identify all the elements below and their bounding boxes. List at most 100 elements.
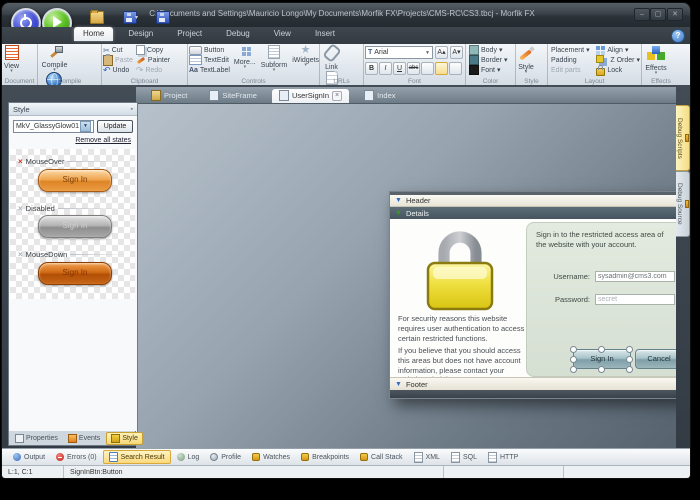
details-band[interactable]: ▼ Details <box>390 207 676 219</box>
selection-handle[interactable] <box>570 356 577 363</box>
selection-handle[interactable] <box>570 366 577 373</box>
effects-button[interactable]: Effects ▾ <box>643 45 669 75</box>
textlabel-control-button[interactable]: AaTextLabel <box>189 65 230 75</box>
align-center-button[interactable] <box>435 62 448 75</box>
collapse-arrow-icon[interactable]: ▼ <box>395 197 402 204</box>
bottom-tab-call-stack[interactable]: Call Stack <box>355 452 408 462</box>
selection-handle[interactable] <box>626 356 633 363</box>
help-icon[interactable]: ? <box>671 29 685 43</box>
bold-button[interactable]: B <box>365 62 378 75</box>
lock-button[interactable]: Lock <box>596 65 640 75</box>
selection-handle[interactable] <box>598 346 605 353</box>
italic-button[interactable]: I <box>379 62 392 75</box>
paste-button[interactable]: Paste <box>103 55 133 65</box>
font-color-button[interactable]: Font▾ <box>469 65 514 75</box>
collapse-arrow-icon[interactable]: ▼ <box>395 210 402 217</box>
button-control-button[interactable]: Button <box>189 45 230 55</box>
bottom-tab-output[interactable]: Output <box>8 452 50 462</box>
bottom-tab-search-result[interactable]: Search Result <box>103 450 171 464</box>
bottom-tab-log[interactable]: Log <box>172 452 205 462</box>
strikethrough-button[interactable]: abc <box>407 62 420 75</box>
ribbon-tab-design[interactable]: Design <box>119 27 162 41</box>
header-band[interactable]: ▼ Header <box>390 195 676 207</box>
panel-tab-properties[interactable]: Properties <box>11 433 62 444</box>
bottom-tab-http[interactable]: HTTP <box>483 451 523 464</box>
border-color-button[interactable]: Border▾ <box>469 55 514 65</box>
doc-tab-siteframe[interactable]: SiteFrame <box>202 89 264 103</box>
doc-tab-project[interactable]: Project <box>144 89 194 103</box>
ribbon-tab-debug[interactable]: Debug <box>217 27 259 41</box>
font-size-up-button[interactable]: A▴ <box>435 46 448 59</box>
cancel-button[interactable]: Cancel <box>635 349 676 369</box>
remove-state-icon[interactable]: × <box>18 158 23 166</box>
iwidgets-button[interactable]: ★ iWidgets ▾ <box>291 45 320 75</box>
view-button[interactable]: View ▾ <box>3 45 20 73</box>
maximize-button[interactable]: ▢ <box>650 8 666 21</box>
bottom-tab-xml[interactable]: XML <box>409 451 445 464</box>
style-button[interactable]: Style ▾ <box>517 45 535 74</box>
bottom-tab-profile[interactable]: Profile <box>205 452 246 462</box>
selection-handle[interactable] <box>626 346 633 353</box>
underline-button[interactable]: U <box>393 62 406 75</box>
doc-tab-index[interactable]: Index <box>357 89 402 103</box>
side-tab-debug-scripts[interactable]: Debug Scripts <box>676 105 690 171</box>
align-right-button[interactable] <box>449 62 462 75</box>
ribbon-tab-view[interactable]: View <box>265 27 300 41</box>
state-preview-mouseover[interactable]: Sign In <box>38 169 112 192</box>
pin-icon[interactable]: ▪ <box>131 106 133 113</box>
edit-parts-button[interactable]: Edit parts <box>551 65 593 75</box>
align-left-button[interactable] <box>421 62 434 75</box>
password-field[interactable] <box>595 294 675 305</box>
bottom-tab-breakpoints[interactable]: Breakpoints <box>296 452 354 462</box>
font-size-down-button[interactable]: A▾ <box>450 46 463 59</box>
save-all-icon[interactable] <box>156 11 170 24</box>
remove-all-states-link[interactable]: Remove all states <box>9 137 131 144</box>
more-controls-button[interactable]: More... ▾ <box>233 45 257 75</box>
compile-button[interactable]: Compile ▾ <box>39 45 70 72</box>
align-button[interactable]: Align▾ <box>596 45 640 55</box>
subform-button[interactable]: Subform ▾ <box>260 45 288 75</box>
group-caption-layout: Layout <box>548 78 641 85</box>
ribbon-tab-insert[interactable]: Insert <box>306 27 344 41</box>
remove-state-icon[interactable]: × <box>18 205 23 213</box>
panel-tab-style[interactable]: Style <box>106 432 143 445</box>
copy-button[interactable]: Copy <box>136 45 170 55</box>
font-family-select[interactable]: T Arial ▼ <box>365 46 433 59</box>
link-button[interactable]: Link <box>321 45 342 71</box>
redo-button[interactable]: ↷Redo <box>136 65 170 75</box>
selection-handle[interactable] <box>570 346 577 353</box>
undo-button[interactable]: ↶Undo <box>103 65 133 75</box>
placement-button[interactable]: Placement▾ <box>551 45 593 55</box>
z-order-button[interactable]: Z Order▾ <box>596 55 640 65</box>
ribbon-tab-home[interactable]: Home <box>74 27 113 41</box>
painter-button[interactable]: Painter <box>136 55 170 65</box>
username-field[interactable] <box>595 271 675 282</box>
state-preview-disabled[interactable]: Sign In <box>38 215 112 238</box>
design-canvas[interactable]: ▼ Header ▼ Details <box>136 104 676 448</box>
body-color-button[interactable]: Body▾ <box>469 45 514 55</box>
design-form[interactable]: ▼ Header ▼ Details <box>389 191 676 399</box>
bottom-tab-errors[interactable]: Errors (0) <box>51 452 102 462</box>
ribbon-tab-project[interactable]: Project <box>168 27 211 41</box>
update-button[interactable]: Update <box>97 120 133 133</box>
doc-tab-usersignin[interactable]: UserSignIn × <box>272 89 349 103</box>
bottom-tab-watches[interactable]: Watches <box>247 452 295 462</box>
minimize-button[interactable]: – <box>634 8 650 21</box>
textedit-control-button[interactable]: TextEdit <box>189 55 230 65</box>
padding-button[interactable]: Padding <box>551 55 593 65</box>
bottom-tab-sql[interactable]: SQL <box>446 451 482 464</box>
panel-tab-events[interactable]: Events <box>64 433 104 444</box>
remove-state-icon[interactable]: × <box>18 251 23 259</box>
open-project-icon[interactable] <box>90 11 104 24</box>
state-preview-mousedown[interactable]: Sign In <box>38 262 112 285</box>
collapse-arrow-icon[interactable]: ▼ <box>395 381 402 388</box>
quick-access-chevron-down-icon[interactable]: ▾ <box>135 14 138 21</box>
selection-handle[interactable] <box>626 366 633 373</box>
close-button[interactable]: ✕ <box>667 8 683 21</box>
selection-handle[interactable] <box>598 366 605 373</box>
side-tab-debug-source[interactable]: Debug Source <box>676 171 690 237</box>
style-name-select[interactable]: MkV_GlassyGlow01 ▼ <box>13 120 94 133</box>
close-tab-icon[interactable]: × <box>332 91 342 101</box>
form-icon <box>279 90 289 101</box>
footer-band[interactable]: ▼ Footer <box>390 377 676 390</box>
